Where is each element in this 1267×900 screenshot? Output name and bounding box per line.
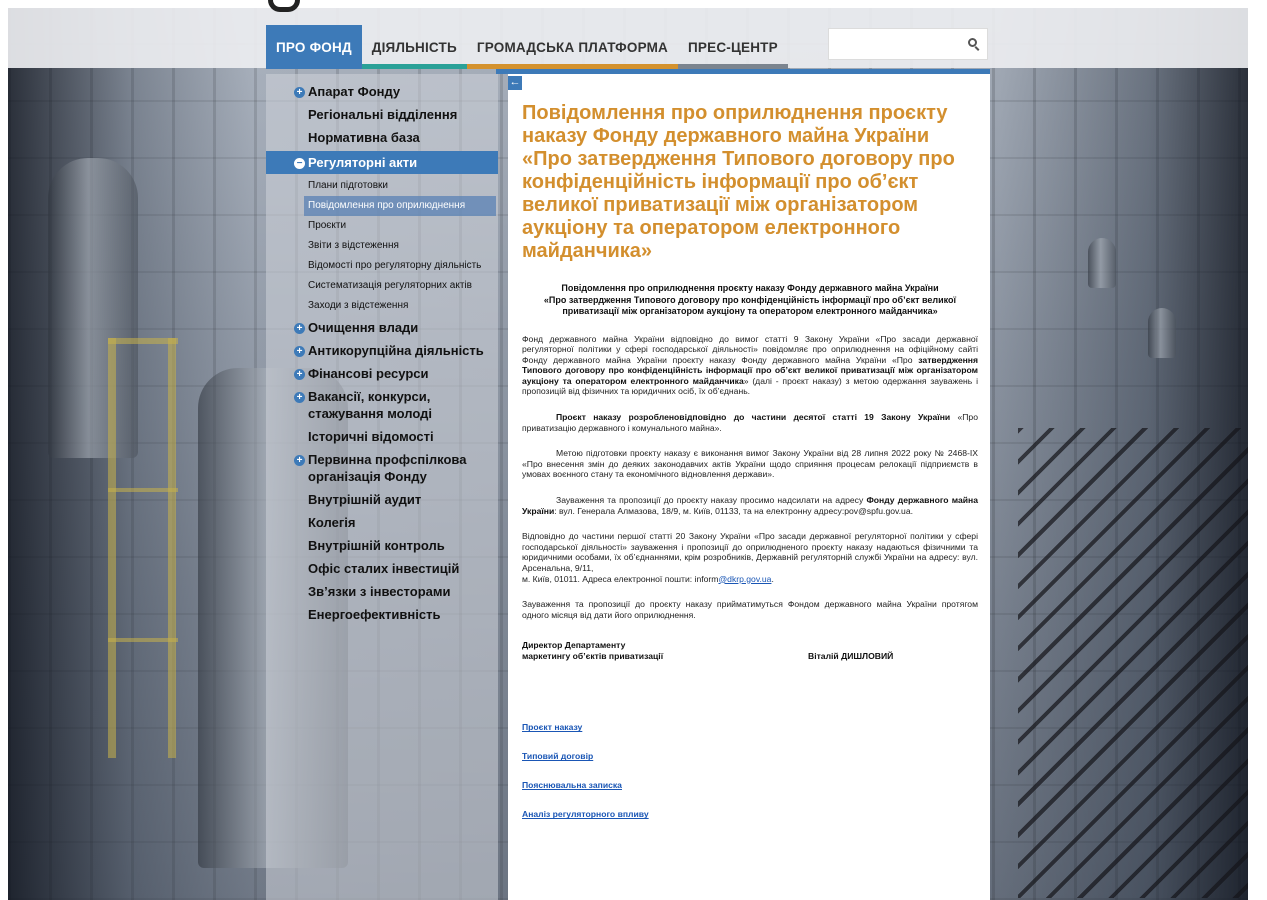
plus-icon[interactable]: + xyxy=(294,455,305,466)
sidebar-item-label: Апарат Фонду xyxy=(308,84,401,99)
sidebar-menu: + Апарат Фонду Регіональні відділення Норма… xyxy=(266,74,498,626)
nav-stripe-1 xyxy=(362,64,467,69)
paragraph-4: Зауваження та пропозиції до проєкту нака… xyxy=(522,495,978,516)
document-link-0[interactable]: Проєкт наказу xyxy=(522,722,978,732)
paragraph-2: Проєкт наказу розробленовідповідно до ча… xyxy=(522,412,978,433)
sidebar-item-8[interactable]: Історичні відомості xyxy=(266,425,498,448)
sidebar-item-label: Офіс сталих інвестицій xyxy=(308,561,460,576)
document-link-2[interactable]: Пояснювальна записка xyxy=(522,780,978,790)
search-box[interactable] xyxy=(828,28,988,60)
nav-item-3[interactable]: ПРЕС-ЦЕНТР xyxy=(678,25,788,69)
paragraph-5: Відповідно до частини першої статті 20 З… xyxy=(522,531,978,584)
sidebar-item-1[interactable]: Регіональні відділення xyxy=(266,103,498,126)
plus-icon[interactable]: + xyxy=(294,392,305,403)
subheading-line-2: «Про затвердження Типового договору про … xyxy=(543,294,957,317)
plus-icon[interactable]: + xyxy=(294,346,305,357)
sidebar-item-label: Регуляторні акти xyxy=(308,155,418,170)
plus-icon[interactable]: + xyxy=(294,323,305,334)
sidebar-item-11[interactable]: Колегія xyxy=(266,511,498,534)
sidebar-item-13[interactable]: Офіс сталих інвестицій xyxy=(266,557,498,580)
sidebar-item-15[interactable]: Енергоефективність xyxy=(266,603,498,626)
article-subheading: Повідомлення про оприлюднення проєкту на… xyxy=(522,283,978,318)
sidebar-subitem-2[interactable]: Проєкти xyxy=(266,216,498,236)
sidebar-item-label: Регіональні відділення xyxy=(308,107,458,122)
sidebar: + Апарат Фонду Регіональні відділення Норма… xyxy=(266,74,498,900)
signature-block: Директор Департаменту маркетингу об’єкті… xyxy=(522,640,978,662)
p4-text-end: : вул. Генерала Алмазова, 18/9, м. Київ,… xyxy=(554,505,913,516)
paragraph-1: Фонд державного майна України відповідно… xyxy=(522,334,978,398)
p5-text-end: . xyxy=(771,573,774,584)
dkrp-email-link[interactable]: @dkrp.gov.ua xyxy=(718,574,771,584)
paragraph-3: Метою підготовки проєкту наказу є викона… xyxy=(522,448,978,480)
p2-bold: Проєкт наказу розробленовідповідно до ча… xyxy=(556,412,951,423)
plus-icon[interactable]: + xyxy=(294,369,305,380)
subheading-line-1: Повідомлення про оприлюднення проєкту на… xyxy=(561,283,939,293)
nav-item-2[interactable]: ГРОМАДСЬКА ПЛАТФОРМА xyxy=(467,25,678,69)
sidebar-subitem-4[interactable]: Відомості про регуляторну діяльність xyxy=(266,256,498,276)
sidebar-subitem-1[interactable]: Повідомлення про оприлюднення xyxy=(304,196,496,216)
search-input[interactable] xyxy=(829,29,959,59)
sidebar-item-6[interactable]: + Фінансові ресурси xyxy=(266,362,498,385)
document-link-3[interactable]: Аналіз регуляторного впливу xyxy=(522,809,978,819)
sidebar-subitem-6[interactable]: Заходи з відстеження xyxy=(266,296,498,316)
sidebar-subitem-0[interactable]: Плани підготовки xyxy=(266,176,498,196)
sidebar-item-3[interactable]: − Регуляторні акти xyxy=(266,151,498,174)
nav-stripe-0 xyxy=(266,64,362,69)
p1-text: Фонд державного майна України відповідно… xyxy=(522,333,978,365)
search-icon[interactable] xyxy=(968,38,977,47)
sidebar-item-9[interactable]: + Первинна профспілкова організація Фонду xyxy=(266,448,498,488)
sidebar-item-2[interactable]: Нормативна база xyxy=(266,126,498,149)
signature-line-1: Директор Департаменту xyxy=(522,640,626,651)
sidebar-item-label: Антикорупційна діяльність xyxy=(308,343,484,358)
signature-position: Директор Департаменту маркетингу об’єкті… xyxy=(522,640,808,662)
sidebar-item-label: Нормативна база xyxy=(308,130,420,145)
signature-line-2: маркетингу об’єктів приватизації xyxy=(522,651,664,662)
sidebar-item-0[interactable]: + Апарат Фонду xyxy=(266,80,498,103)
sidebar-item-label: Зв’язки з інвесторами xyxy=(308,584,451,599)
sidebar-item-12[interactable]: Внутрішній контроль xyxy=(266,534,498,557)
sidebar-item-label: Фінансові ресурси xyxy=(308,366,429,381)
document-link-1[interactable]: Типовий договір xyxy=(522,751,978,761)
signature-name: Віталій ДИШЛОВИЙ xyxy=(808,651,894,662)
nav-item-0[interactable]: ПРО ФОНД xyxy=(266,25,362,69)
sidebar-item-label: Історичні відомості xyxy=(308,429,434,444)
main-nav: ПРО ФОНД ДІЯЛЬНІСТЬ ГРОМАДСЬКА ПЛАТФОРМА ПР… xyxy=(266,25,788,69)
sidebar-item-label: Енергоефективність xyxy=(308,607,441,622)
sidebar-item-4[interactable]: + Очищення влади xyxy=(266,316,498,339)
sidebar-item-label: Внутрішній контроль xyxy=(308,538,445,553)
p5-text-2: м. Київ, 01011. Адреса електронної пошти… xyxy=(522,573,719,584)
page-title: Повідомлення про оприлюднення проєкту на… xyxy=(522,102,955,262)
sidebar-item-5[interactable]: + Антикорупційна діяльність xyxy=(266,339,498,362)
sidebar-item-label: Очищення влади xyxy=(308,320,419,335)
sidebar-item-label: Вакансії, конкурси, стажування молоді xyxy=(308,389,433,421)
sidebar-subitem-3[interactable]: Звіти з відстеження xyxy=(266,236,498,256)
collapse-sidebar-button[interactable]: ← xyxy=(508,76,522,90)
plus-icon[interactable]: + xyxy=(294,87,305,98)
sidebar-item-label: Внутрішній аудит xyxy=(308,492,422,507)
sidebar-item-label: Первинна профспілкова організація Фонду xyxy=(308,452,467,484)
p5-text: Відповідно до частини першої статті 20 З… xyxy=(522,531,978,573)
sidebar-item-label: Колегія xyxy=(308,515,356,530)
sidebar-item-14[interactable]: Зв’язки з інвесторами xyxy=(266,580,498,603)
paragraph-6: Зауваження та пропозиції до проєкту нака… xyxy=(522,599,978,620)
sidebar-subitem-5[interactable]: Систематизація регуляторних актів xyxy=(266,276,498,296)
p4-text: Зауваження та пропозиції до проєкту нака… xyxy=(556,495,867,506)
sidebar-item-10[interactable]: Внутрішній аудит xyxy=(266,488,498,511)
minus-icon[interactable]: − xyxy=(294,158,305,169)
sidebar-item-7[interactable]: + Вакансії, конкурси, стажування молоді xyxy=(266,385,498,425)
document-links: Проєкт наказу Типовий договір Пояснювальна… xyxy=(522,722,978,819)
article: Повідомлення про оприлюднення проєкту на… xyxy=(508,74,990,900)
nav-item-1[interactable]: ДІЯЛЬНІСТЬ xyxy=(362,25,467,69)
